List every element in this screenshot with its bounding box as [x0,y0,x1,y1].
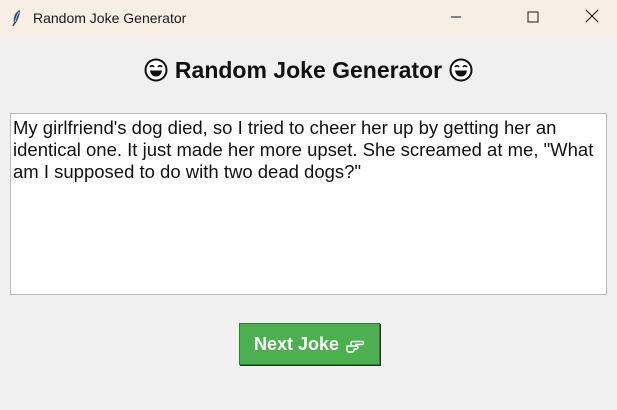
next-joke-label: Next Joke [253,333,340,354]
app-window: Random Joke Generator Random Joke Genera… [0,0,617,410]
window-title: Random Joke Generator [33,10,187,26]
minimize-icon [450,10,462,28]
feather-icon [9,9,25,27]
pointing-hand-icon [345,338,365,354]
minimize-button[interactable] [433,0,479,37]
joke-text-area[interactable]: My girlfriend's dog died, so I tried to … [10,113,607,295]
close-icon [585,9,599,28]
maximize-button[interactable] [510,0,556,37]
laughing-face-icon [449,58,473,82]
maximize-icon [527,10,539,28]
page-title-text: Random Joke Generator [174,57,443,83]
laughing-face-icon [144,58,168,82]
next-joke-button[interactable]: Next Joke [239,323,380,365]
page-title: Random Joke Generator [0,56,617,84]
title-bar[interactable]: Random Joke Generator [0,0,617,37]
close-button[interactable] [569,0,615,37]
